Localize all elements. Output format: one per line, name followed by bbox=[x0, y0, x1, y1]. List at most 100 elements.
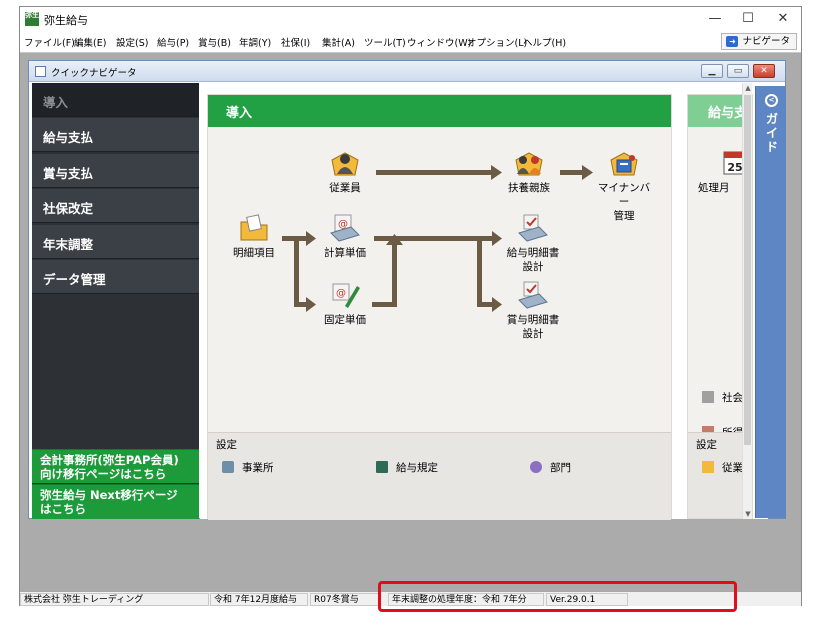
arrowhead-fixed bbox=[306, 297, 316, 312]
arrow-detail-top bbox=[294, 236, 306, 241]
scroll-thumb[interactable] bbox=[744, 95, 751, 445]
node-bonus-slip[interactable]: 賞与明細書 設計 bbox=[502, 280, 564, 341]
navigator-button[interactable]: ➜ ナビゲータ bbox=[721, 33, 797, 50]
minimize-button[interactable]: — bbox=[700, 8, 730, 30]
child-title-bar: クイックナビゲータ ▁ ▭ ✕ bbox=[29, 61, 785, 82]
employee-icon bbox=[331, 152, 359, 176]
detail-items-label: 明細項目 bbox=[233, 247, 275, 259]
arrow-employee-dependents bbox=[376, 170, 491, 175]
status-bonus: R07冬賞与 bbox=[310, 593, 380, 606]
settings-office-label: 事業所 bbox=[242, 462, 274, 474]
pap-migration-link[interactable]: 会計事務所(弥生PAP会員) 向け移行ページはこちら bbox=[32, 449, 199, 483]
salary-settings-employee-label: 従業 bbox=[722, 462, 743, 474]
salary-rules-icon bbox=[376, 461, 388, 473]
menu-help[interactable]: ヘルプ(H) bbox=[523, 35, 566, 49]
employee-label: 従業員 bbox=[329, 182, 361, 194]
settings-office[interactable]: 事業所 bbox=[222, 460, 274, 475]
salary-item-social[interactable]: 社会 bbox=[702, 390, 743, 405]
guide-tab[interactable]: < ガイド bbox=[755, 86, 786, 518]
menu-window[interactable]: ウィンドウ(W) bbox=[407, 35, 471, 49]
navigator-window-icon bbox=[35, 66, 46, 77]
status-payroll: 令和 7年12月度給与 bbox=[210, 593, 308, 606]
menu-year-end[interactable]: 年調(Y) bbox=[239, 35, 271, 49]
sidebar-item-data-management[interactable]: データ管理 bbox=[32, 260, 199, 294]
child-close-button[interactable]: ✕ bbox=[753, 64, 775, 78]
close-button[interactable]: ✕ bbox=[768, 8, 798, 30]
menu-settings[interactable]: 設定(S) bbox=[116, 35, 148, 49]
scroll-up-arrow[interactable]: ▲ bbox=[743, 83, 753, 93]
calendar-number: 25 bbox=[727, 161, 742, 174]
salary-settings-employee[interactable]: 従業 bbox=[702, 460, 743, 475]
highlight-box bbox=[378, 581, 737, 612]
salary-slip-label-line2: 設計 bbox=[522, 261, 544, 273]
menu-bonus[interactable]: 賞与(B) bbox=[198, 35, 231, 49]
settings-salary-rules[interactable]: 給与規定 bbox=[376, 460, 438, 475]
social-icon bbox=[702, 391, 714, 403]
sidebar-item-social-insurance[interactable]: 社保改定 bbox=[32, 189, 199, 223]
bonus-slip-icon bbox=[518, 281, 548, 309]
dependents-icon bbox=[515, 152, 543, 176]
arrow-calc-salary bbox=[374, 236, 492, 241]
settings-department[interactable]: 部門 bbox=[530, 460, 571, 475]
guide-label: ガイド bbox=[765, 112, 778, 154]
settings-employee-icon bbox=[702, 461, 714, 473]
vertical-scrollbar[interactable]: ▲ ▼ bbox=[742, 83, 752, 519]
menu-aggregate[interactable]: 集計(A) bbox=[322, 35, 355, 49]
navigator-icon: ➜ bbox=[726, 36, 739, 47]
settings-label: 設定 bbox=[216, 439, 237, 451]
mynumber-icon bbox=[610, 152, 638, 176]
settings-section: 設定 事業所 給与規定 部門 bbox=[208, 432, 671, 520]
navigator-label: ナビゲータ bbox=[742, 36, 790, 47]
node-salary-slip[interactable]: 給与明細書 設計 bbox=[502, 213, 564, 274]
node-employee[interactable]: 従業員 bbox=[321, 148, 369, 195]
node-fixed-unit[interactable]: @ 固定単価 bbox=[318, 280, 372, 327]
node-dependents[interactable]: 扶養親族 bbox=[501, 148, 557, 195]
calc-unit-icon: @ bbox=[330, 214, 360, 242]
menu-file[interactable]: ファイル(F) bbox=[24, 35, 75, 49]
arrowhead-calc bbox=[306, 231, 316, 246]
next-link-line1: 弥生給与 Next移行ページ bbox=[40, 488, 178, 502]
department-icon bbox=[530, 461, 542, 473]
bonus-slip-label-line2: 設計 bbox=[522, 328, 544, 340]
fixed-unit-icon: @ bbox=[332, 283, 360, 308]
dependents-label: 扶養親族 bbox=[508, 182, 550, 194]
main-area: 導入 従業員 扶養親族 マイナンバー 管理 明細項目 @ 計算単価 @ 固定単価… bbox=[200, 83, 768, 520]
child-restore-button[interactable]: ▭ bbox=[727, 64, 749, 78]
settings-department-label: 部門 bbox=[550, 462, 571, 474]
sidebar-item-bonus[interactable]: 賞与支払 bbox=[32, 154, 199, 188]
pap-link-line2: 向け移行ページはこちら bbox=[40, 467, 167, 481]
next-migration-link[interactable]: 弥生給与 Next移行ページ はこちら bbox=[32, 484, 199, 519]
child-minimize-button[interactable]: ▁ bbox=[701, 64, 723, 78]
svg-text:@: @ bbox=[336, 288, 346, 299]
arrow-bonus-vertical bbox=[477, 236, 482, 307]
fixed-unit-label: 固定単価 bbox=[324, 314, 366, 326]
app-logo-icon: 弥生 bbox=[25, 12, 39, 26]
arrow-detail-vertical bbox=[294, 236, 299, 307]
arrowhead-bonus-slip bbox=[492, 297, 502, 312]
menu-social-insurance[interactable]: 社保(I) bbox=[281, 35, 310, 49]
sidebar-item-salary[interactable]: 給与支払 bbox=[32, 118, 199, 152]
title-bar: 弥生 弥生給与 — ☐ ✕ bbox=[20, 7, 801, 31]
detail-items-icon bbox=[240, 214, 268, 241]
app-window: 弥生 弥生給与 — ☐ ✕ ファイル(F) 編集(E) 設定(S) 給与(P) … bbox=[19, 6, 802, 606]
introduction-panel: 導入 従業員 扶養親族 マイナンバー 管理 明細項目 @ 計算単価 @ 固定単価… bbox=[207, 94, 672, 520]
salary-item-social-label: 社会 bbox=[722, 392, 743, 404]
quick-navigator-window: クイックナビゲータ ▁ ▭ ✕ 導入 給与支払 賞与支払 社保改定 年末調整 デ… bbox=[28, 60, 786, 520]
scroll-down-arrow[interactable]: ▼ bbox=[743, 509, 753, 519]
menu-tools[interactable]: ツール(T) bbox=[364, 35, 406, 49]
chevron-left-icon: < bbox=[765, 94, 778, 107]
node-mynumber[interactable]: マイナンバー 管理 bbox=[593, 148, 655, 223]
arrow-detail-bottom bbox=[294, 302, 306, 307]
salary-settings-label: 設定 bbox=[696, 439, 717, 451]
pap-link-line1: 会計事務所(弥生PAP会員) bbox=[40, 453, 179, 467]
menu-options[interactable]: オプション(L) bbox=[467, 35, 527, 49]
sidebar-item-introduction[interactable]: 導入 bbox=[32, 83, 199, 117]
menu-edit[interactable]: 編集(E) bbox=[74, 35, 106, 49]
arrow-dependents-mynumber bbox=[560, 170, 582, 175]
maximize-button[interactable]: ☐ bbox=[733, 8, 763, 30]
arrow-fixed-vertical bbox=[392, 245, 397, 307]
menu-payroll[interactable]: 給与(P) bbox=[157, 35, 189, 49]
sidebar-item-year-end[interactable]: 年末調整 bbox=[32, 225, 199, 259]
node-detail-items[interactable]: 明細項目 bbox=[228, 213, 280, 260]
node-calc-unit[interactable]: @ 計算単価 bbox=[318, 213, 372, 260]
